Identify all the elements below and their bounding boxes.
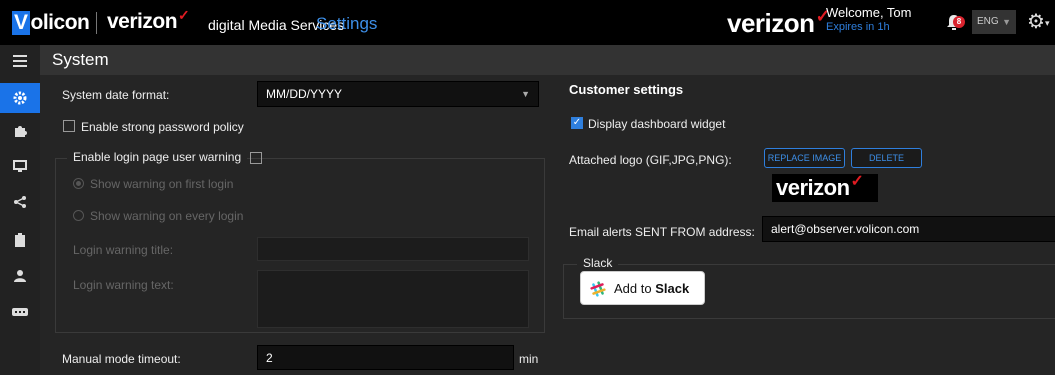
page-header: System <box>40 45 1055 75</box>
login-warning-legend: Enable login page user warning <box>67 150 248 164</box>
manual-timeout-unit: min <box>519 352 539 366</box>
email-alerts-input[interactable]: alert@observer.volicon.com <box>762 216 1055 242</box>
slack-label: Slack <box>655 281 690 296</box>
warning-title-label: Login warning title: <box>73 243 174 257</box>
hardware-icon[interactable] <box>0 297 40 327</box>
strong-password-checkbox[interactable] <box>63 120 75 132</box>
welcome-text[interactable]: Welcome, Tom <box>826 5 912 20</box>
login-warning-checkbox[interactable] <box>250 152 262 164</box>
date-format-label: System date format: <box>62 88 170 102</box>
attached-logo-label: Attached logo (GIF,JPG,PNG): <box>569 153 732 167</box>
every-login-radio[interactable] <box>73 210 84 221</box>
dashboard-widget-checkbox[interactable]: ✓ <box>571 117 583 129</box>
volicon-logo-v: V <box>12 11 30 35</box>
settings-nav-icon[interactable] <box>0 83 40 113</box>
share-icon[interactable] <box>0 187 40 217</box>
manual-timeout-label: Manual mode timeout: <box>62 352 181 366</box>
warning-text-area[interactable] <box>257 270 529 328</box>
puzzle-icon[interactable] <box>0 116 40 146</box>
language-select[interactable]: ENG ▼ <box>972 10 1016 34</box>
volicon-logo[interactable]: Volicon <box>12 11 90 35</box>
add-to-slack-button[interactable]: Add to Slack <box>580 271 705 305</box>
every-login-label: Show warning on every login <box>90 209 244 223</box>
monitor-icon[interactable] <box>0 151 40 181</box>
gear-icon[interactable]: ⚙▾ <box>1027 10 1055 34</box>
strong-password-label: Enable strong password policy <box>81 120 244 134</box>
verizon-logo-text: verizon <box>727 8 815 38</box>
attached-logo-text: verizon <box>776 175 850 200</box>
page-title: System <box>52 50 109 69</box>
top-bar: Volicon verizon✓ digital Media Services … <box>0 0 1055 45</box>
user-icon[interactable] <box>0 261 40 291</box>
chevron-down-icon: ▼ <box>1002 17 1011 27</box>
first-login-radio[interactable] <box>73 178 84 189</box>
main-content: System date format: MM/DD/YYYY ▼ Enable … <box>40 75 1055 375</box>
add-to-label: Add to <box>614 281 652 296</box>
divider <box>96 12 97 34</box>
language-value: ENG <box>977 16 999 27</box>
notification-count-badge: 8 <box>953 16 965 28</box>
verizon-brand: verizon✓ <box>107 7 190 34</box>
email-alerts-value: alert@observer.volicon.com <box>771 222 920 236</box>
attached-logo-image: verizon✓ <box>772 173 878 202</box>
warning-text-label: Login warning text: <box>73 278 174 292</box>
slack-logo-icon <box>590 281 606 300</box>
expires-text: Expires in 1h <box>826 21 890 33</box>
customer-settings-title: Customer settings <box>569 82 684 97</box>
first-login-label: Show warning on first login <box>90 177 234 191</box>
section-title: Settings <box>316 14 378 33</box>
manual-timeout-value: 2 <box>266 351 273 365</box>
delete-logo-button[interactable]: DELETE <box>851 148 922 168</box>
logo-check-icon: ✓ <box>850 173 864 190</box>
chevron-down-icon: ▾ <box>1044 18 1050 28</box>
side-nav <box>0 45 40 375</box>
replace-image-button[interactable]: REPLACE IMAGE <box>764 148 845 168</box>
slack-legend: Slack <box>577 256 619 270</box>
volicon-logo-text: olicon <box>30 11 90 34</box>
menu-icon[interactable] <box>0 46 40 76</box>
manual-timeout-input[interactable]: 2 <box>257 345 514 370</box>
brand-text: verizon <box>107 10 178 33</box>
brand-check-icon: ✓ <box>178 7 190 23</box>
email-alerts-label: Email alerts SENT FROM address: <box>569 225 755 239</box>
warning-title-input[interactable] <box>257 237 529 261</box>
add-to-slack-text: Add to Slack <box>614 281 689 296</box>
verizon-logo: verizon✓ <box>727 6 831 39</box>
date-format-value: MM/DD/YYYY <box>266 87 343 101</box>
chevron-down-icon: ▼ <box>521 89 530 99</box>
login-warning-label: Enable login page user warning <box>73 150 242 164</box>
dashboard-widget-label: Display dashboard widget <box>588 117 726 131</box>
date-format-select[interactable]: MM/DD/YYYY ▼ <box>257 81 539 107</box>
clipboard-icon[interactable] <box>0 225 40 255</box>
